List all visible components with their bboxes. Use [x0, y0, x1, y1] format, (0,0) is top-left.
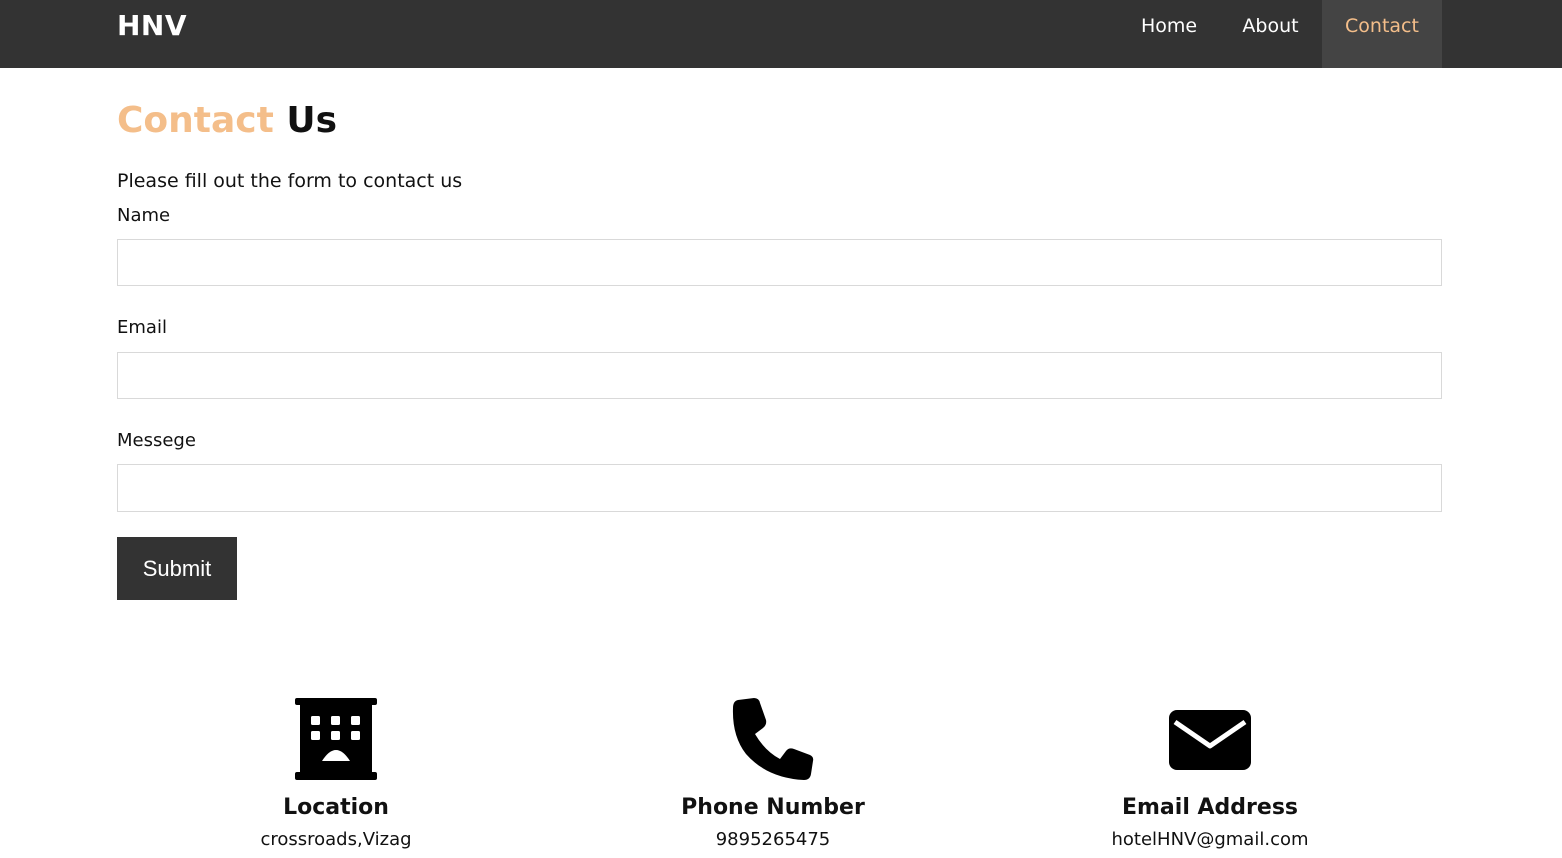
form-intro-text: Please fill out the form to contact us — [117, 170, 463, 192]
navbar: HNV Home About Contact — [0, 0, 1562, 68]
phone-info: Phone Number 9895265475 — [573, 698, 973, 850]
email-title: Email Address — [1121, 795, 1299, 820]
nav-link-contact[interactable]: Contact — [1322, 0, 1442, 68]
envelope-icon — [1169, 710, 1251, 770]
phone-value: 9895265475 — [715, 829, 831, 850]
location-info: Location crossroads,Vizag — [136, 698, 536, 850]
nav-link-about[interactable]: About — [1230, 0, 1311, 68]
nav-link-home[interactable]: Home — [1129, 0, 1209, 68]
phone-title: Phone Number — [681, 795, 865, 820]
email-info: Email Address hotelHNV@gmail.com — [1010, 698, 1410, 850]
name-label: Name — [117, 205, 171, 226]
building-icon — [295, 698, 377, 780]
submit-button[interactable]: Submit — [117, 537, 237, 600]
email-input[interactable] — [117, 352, 1442, 399]
message-label: Messege — [117, 430, 196, 451]
location-value: crossroads,Vizag — [260, 829, 412, 850]
email-label: Email — [117, 317, 167, 338]
brand-logo[interactable]: HNV — [117, 9, 187, 42]
location-title: Location — [283, 795, 389, 820]
page-title-rest: Us — [286, 100, 338, 141]
phone-icon — [732, 698, 814, 780]
page-title: Contact Us — [117, 100, 337, 141]
page-title-accent: Contact — [117, 100, 274, 141]
message-input[interactable] — [117, 464, 1442, 512]
name-input[interactable] — [117, 239, 1442, 286]
email-value: hotelHNV@gmail.com — [1111, 829, 1309, 850]
